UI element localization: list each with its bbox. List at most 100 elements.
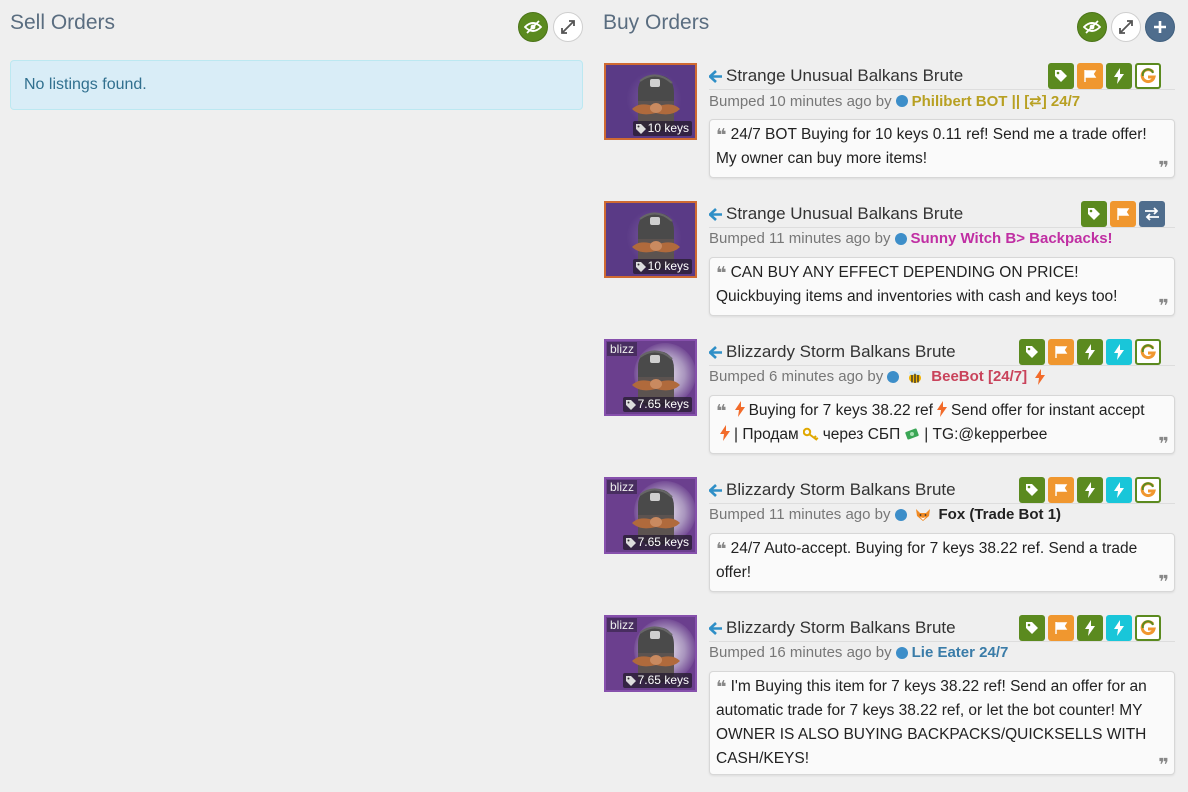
expand-icon [1119,20,1133,34]
quote-open-icon: ❝ [716,539,727,559]
item-thumbnail[interactable]: 10 keys [604,201,697,278]
tag-icon[interactable] [1019,615,1045,641]
flag-icon[interactable] [1077,63,1103,89]
quote-close-icon: ❞ [1158,572,1169,592]
item-name-link[interactable]: Blizzardy Storm Balkans Brute [709,618,956,638]
tag-icon [625,675,636,686]
listing-comment: ❝ CAN BUY ANY EFFECT DEPENDING ON PRICE! … [709,257,1175,316]
online-status-dot [887,370,900,383]
lightning-emoji-icon [720,425,730,441]
cyan-bolt-icon[interactable] [1106,615,1132,641]
user-link[interactable]: Lie Eater 24/7 [912,644,1009,661]
quote-close-icon: ❞ [1158,158,1169,178]
online-status-dot [895,95,908,107]
item-thumbnail[interactable]: blizz 7.65 keys [604,477,697,554]
plus-icon [1154,21,1166,33]
item-name-link[interactable]: Blizzardy Storm Balkans Brute [709,342,956,362]
bumped-info: Bumped 11 minutes ago by Fox (Trade Bot … [709,506,1062,523]
tag-icon[interactable] [1048,63,1074,89]
bee-icon [909,370,922,383]
eye-slash-icon [1083,20,1101,34]
g-icon[interactable] [1135,63,1161,89]
flag-icon[interactable] [1048,339,1074,365]
online-status-dot [894,232,907,245]
buy-listing: blizz 7.65 keys Blizzardy Storm Balkans … [604,615,1176,775]
cyan-bolt-icon[interactable] [1106,339,1132,365]
buy-listing: 10 keys Strange Unusual Balkans Brute Bu… [604,63,1176,183]
lightning-emoji-icon [1035,368,1046,385]
tag-icon[interactable] [1081,201,1107,227]
bolt-icon[interactable] [1077,615,1103,641]
bolt-icon[interactable] [1077,477,1103,503]
item-name-link[interactable]: Strange Unusual Balkans Brute [709,204,963,224]
sell-toggle-visibility-button[interactable] [518,12,548,42]
user-link[interactable]: BeeBot [24/7] [931,368,1027,385]
quote-close-icon: ❞ [1158,755,1169,775]
g-icon[interactable] [1135,477,1161,503]
eye-slash-icon [524,20,542,34]
price-tag: 10 keys [632,259,692,274]
fox-icon [915,508,930,521]
tag-icon [625,537,636,548]
flag-icon[interactable] [1110,201,1136,227]
tag-icon [625,399,636,410]
price-tag: 10 keys [632,121,692,136]
arrow-left-icon [709,621,722,635]
arrow-left-icon [709,207,722,221]
listing-icons [1019,615,1161,641]
listing-comment: ❝ 24/7 BOT Buying for 10 keys 0.11 ref! S… [709,119,1175,178]
effect-tag: blizz [607,480,638,494]
listing-icons [1048,63,1161,89]
quote-close-icon: ❞ [1158,296,1169,316]
buy-listing: blizz 7.65 keys Blizzardy Storm Balkans … [604,477,1176,597]
price-tag: 7.65 keys [622,397,692,412]
flag-icon[interactable] [1048,477,1074,503]
tag-icon[interactable] [1019,339,1045,365]
tag-icon[interactable] [1019,477,1045,503]
arrow-left-icon [709,69,722,83]
swap-icon[interactable] [1139,201,1165,227]
listing-comment: ❝ Buying for 7 keys 38.22 ref Send offer f… [709,395,1175,454]
flag-icon[interactable] [1048,615,1074,641]
item-name-link[interactable]: Blizzardy Storm Balkans Brute [709,480,956,500]
tag-icon [635,123,646,134]
bumped-info: Bumped 10 minutes ago by Philibert BOT |… [709,92,1081,111]
quote-open-icon: ❝ [716,263,727,283]
g-icon[interactable] [1135,615,1161,641]
quote-open-icon: ❝ [716,677,727,697]
g-icon[interactable] [1135,339,1161,365]
listing-comment: ❝ I'm Buying this item for 7 keys 38.22 r… [709,671,1175,775]
listing-icons [1019,339,1161,365]
online-status-dot [895,646,908,659]
user-link[interactable]: Philibert BOT || [⇄] 24/7 [912,92,1081,110]
item-name-link[interactable]: Strange Unusual Balkans Brute [709,66,963,86]
effect-tag: blizz [607,618,638,632]
buy-expand-button[interactable] [1111,12,1141,42]
bumped-info: Bumped 6 minutes ago by BeeBot [24/7] [709,368,1049,385]
tag-icon [635,261,646,272]
bolt-icon[interactable] [1106,63,1132,89]
quote-close-icon: ❞ [1158,434,1169,454]
listing-icons [1081,201,1165,227]
money-emoji-icon [905,428,919,440]
arrow-left-icon [709,345,722,359]
add-buy-order-button[interactable] [1145,12,1175,42]
cyan-bolt-icon[interactable] [1106,477,1132,503]
buy-listing: blizz 7.65 keys Blizzardy Storm Balkans … [604,339,1176,459]
key-emoji-icon [802,427,819,441]
bolt-icon[interactable] [1077,339,1103,365]
buy-orders-title: Buy Orders [603,11,710,34]
item-thumbnail[interactable]: blizz 7.65 keys [604,615,697,692]
item-thumbnail[interactable]: 10 keys [604,63,697,140]
item-thumbnail[interactable]: blizz 7.65 keys [604,339,697,416]
buy-listing: 10 keys Strange Unusual Balkans Brute Bu… [604,201,1176,321]
sell-orders-title: Sell Orders [10,11,116,34]
bumped-info: Bumped 11 minutes ago by Sunny Witch B> … [709,230,1113,247]
quote-open-icon: ❝ [716,125,727,145]
buy-toggle-visibility-button[interactable] [1077,12,1107,42]
user-link[interactable]: Sunny Witch B> Backpacks! [911,230,1113,247]
price-tag: 7.65 keys [622,535,692,550]
sell-expand-button[interactable] [553,12,583,42]
user-link[interactable]: Fox (Trade Bot 1) [939,506,1062,523]
bumped-info: Bumped 16 minutes ago by Lie Eater 24/7 [709,644,1009,661]
